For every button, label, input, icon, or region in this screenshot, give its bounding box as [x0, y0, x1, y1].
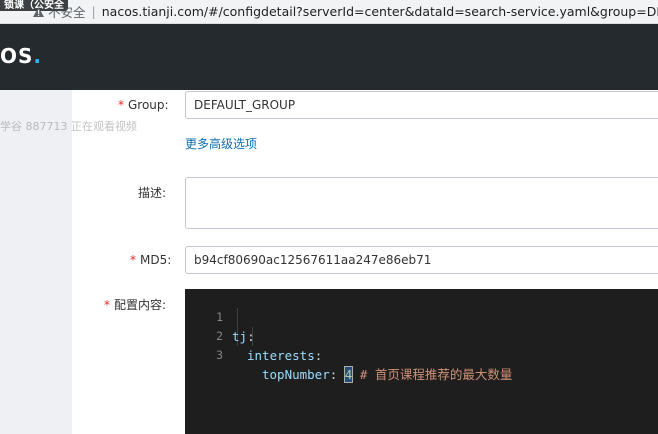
- required-mark: *: [104, 298, 110, 312]
- group-input[interactable]: DEFAULT_GROUP: [185, 91, 658, 119]
- nacos-logo[interactable]: OS.: [0, 44, 42, 68]
- group-value: DEFAULT_GROUP: [194, 98, 296, 112]
- required-mark: *: [130, 253, 136, 267]
- yaml-comment: # 首页课程推荐的最大数量: [359, 367, 513, 382]
- description-textarea[interactable]: [185, 177, 658, 229]
- md5-label-text: MD5:: [140, 253, 172, 267]
- url-text[interactable]: nacos.tianji.com/#/configdetail?serverId…: [102, 4, 658, 19]
- yaml-value-selected[interactable]: 4: [343, 366, 354, 383]
- code-line-1[interactable]: 1 tj:: [185, 289, 255, 344]
- required-mark: *: [118, 98, 124, 112]
- code-line-3[interactable]: 3 topNumber: 4 # 首页课程推荐的最大数量: [185, 327, 512, 383]
- address-separator: |: [91, 4, 96, 19]
- viewer-watermark: 学谷 887713 正在观看视频: [0, 120, 137, 133]
- md5-value: b94cf80690ac12567611aa247e86eb71: [194, 253, 432, 267]
- not-secure-warning-icon: [33, 6, 44, 17]
- yaml-colon: :: [329, 367, 338, 382]
- description-label: 描述:: [138, 186, 167, 200]
- group-label: * Group:: [118, 98, 169, 112]
- code-line-2[interactable]: 2 interests:: [185, 308, 322, 363]
- config-code-editor[interactable]: 1 tj: 2 interests: 3 topNumber: 4 # 首页课程…: [185, 289, 658, 434]
- yaml-key: tj: [232, 329, 248, 344]
- yaml-key: interests: [247, 348, 315, 363]
- md5-input[interactable]: b94cf80690ac12567611aa247e86eb71: [185, 246, 658, 274]
- group-label-text: Group:: [128, 98, 169, 112]
- content-label: * 配置内容:: [104, 296, 166, 313]
- top-navbar: OS.: [0, 24, 658, 90]
- content-label-text: 配置内容:: [114, 298, 167, 312]
- advanced-options-link[interactable]: 更多高级选项: [185, 135, 257, 152]
- yaml-colon: :: [247, 329, 255, 344]
- left-sidebar: [0, 90, 72, 434]
- yaml-key: topNumber: [262, 367, 330, 382]
- yaml-colon: :: [314, 348, 323, 363]
- md5-label: * MD5:: [130, 253, 171, 267]
- line-number: 3: [216, 348, 223, 362]
- logo-dot: .: [33, 44, 43, 68]
- browser-address-bar[interactable]: 锁课（公安全 不安全 | nacos.tianji.com/#/configde…: [0, 0, 658, 24]
- logo-text: OS: [0, 44, 34, 68]
